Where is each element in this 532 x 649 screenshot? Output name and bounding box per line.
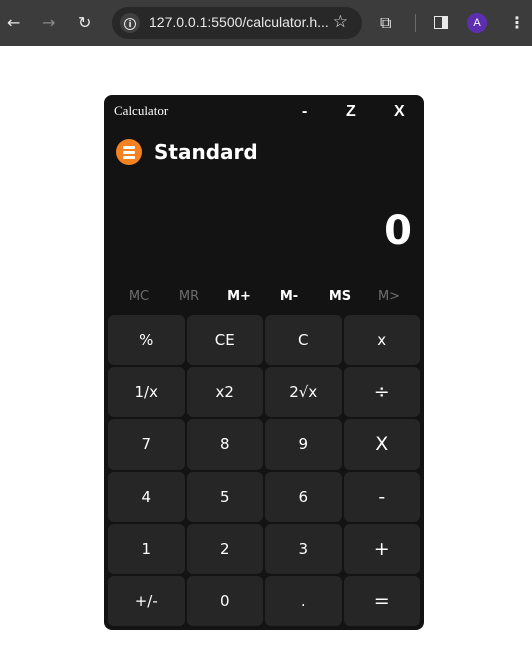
square-button[interactable]: x2 <box>186 367 263 418</box>
digit-0-button[interactable]: 0 <box>186 575 263 626</box>
profile-avatar[interactable]: A <box>467 13 487 33</box>
title-bar: Calculator - Z X <box>104 95 424 127</box>
digit-2-button[interactable]: 2 <box>186 523 263 574</box>
digit-9-button[interactable]: 9 <box>265 419 342 470</box>
equals-button[interactable]: = <box>343 575 420 626</box>
extensions-icon[interactable]: ⧉ <box>380 15 391 31</box>
memory-store-button[interactable]: MS <box>315 289 365 304</box>
memory-clear-button[interactable]: MC <box>114 289 164 304</box>
back-arrow-icon[interactable]: ← <box>7 15 20 31</box>
calculator-window: Calculator - Z X Standard 0 MC MR M+ M- MS M>… <box>104 95 424 630</box>
url-text[interactable]: 127.0.0.1:5500/calculator.h... <box>149 14 329 30</box>
close-button[interactable]: X <box>394 103 405 121</box>
digit-5-button[interactable]: 5 <box>186 471 263 522</box>
add-button[interactable]: + <box>343 523 420 574</box>
browser-toolbar: ← → ↻ i 127.0.0.1:5500/calculator.h... ☆… <box>0 0 532 46</box>
minimize-button[interactable]: - <box>302 103 307 121</box>
digit-1-button[interactable]: 1 <box>108 523 185 574</box>
negate-button[interactable]: +/- <box>108 575 185 626</box>
memory-recall-button[interactable]: MR <box>164 289 214 304</box>
clear-button[interactable]: C <box>265 315 342 366</box>
square-root-button[interactable]: 2√x <box>265 367 342 418</box>
digit-6-button[interactable]: 6 <box>265 471 342 522</box>
memory-add-button[interactable]: M+ <box>214 289 264 304</box>
side-panel-icon[interactable] <box>434 16 448 29</box>
digit-8-button[interactable]: 8 <box>186 419 263 470</box>
multiply-button[interactable]: X <box>343 419 420 470</box>
backspace-button[interactable]: x <box>343 315 420 366</box>
mode-title: Standard <box>154 140 258 164</box>
reciprocal-button[interactable]: 1/x <box>108 367 185 418</box>
keypad: % CE Cx 1/x x2 2√x ÷ 7 8 9 X 4 5 6- 1 2 3 + +/- 0. = <box>108 315 420 626</box>
window-title: Calculator <box>114 103 169 118</box>
digit-4-button[interactable]: 4 <box>108 471 185 522</box>
site-info-icon[interactable]: i <box>120 13 140 33</box>
forward-arrow-icon[interactable]: → <box>42 15 55 31</box>
hamburger-menu-icon[interactable] <box>116 139 142 165</box>
result-display: 0 <box>384 208 412 254</box>
memory-subtract-button[interactable]: M- <box>264 289 314 304</box>
memory-row: MC MR M+ M- MS M> <box>104 289 424 309</box>
maximize-button[interactable]: Z <box>346 103 356 121</box>
subtract-button[interactable]: - <box>343 471 420 522</box>
divide-button[interactable]: ÷ <box>343 367 420 418</box>
memory-list-button[interactable]: M> <box>364 289 414 304</box>
digit-3-button[interactable]: 3 <box>265 523 342 574</box>
percent-button[interactable]: % <box>108 315 185 366</box>
reload-icon[interactable]: ↻ <box>78 15 91 31</box>
address-bar[interactable]: i 127.0.0.1:5500/calculator.h... ☆ <box>112 7 362 39</box>
decimal-button[interactable]: . <box>265 575 342 626</box>
toolbar-divider <box>415 14 416 32</box>
digit-7-button[interactable]: 7 <box>108 419 185 470</box>
clear-entry-button[interactable]: CE <box>186 315 263 366</box>
bookmark-star-icon[interactable]: ☆ <box>333 12 348 32</box>
browser-menu-icon[interactable]: ⋮ <box>509 15 525 31</box>
